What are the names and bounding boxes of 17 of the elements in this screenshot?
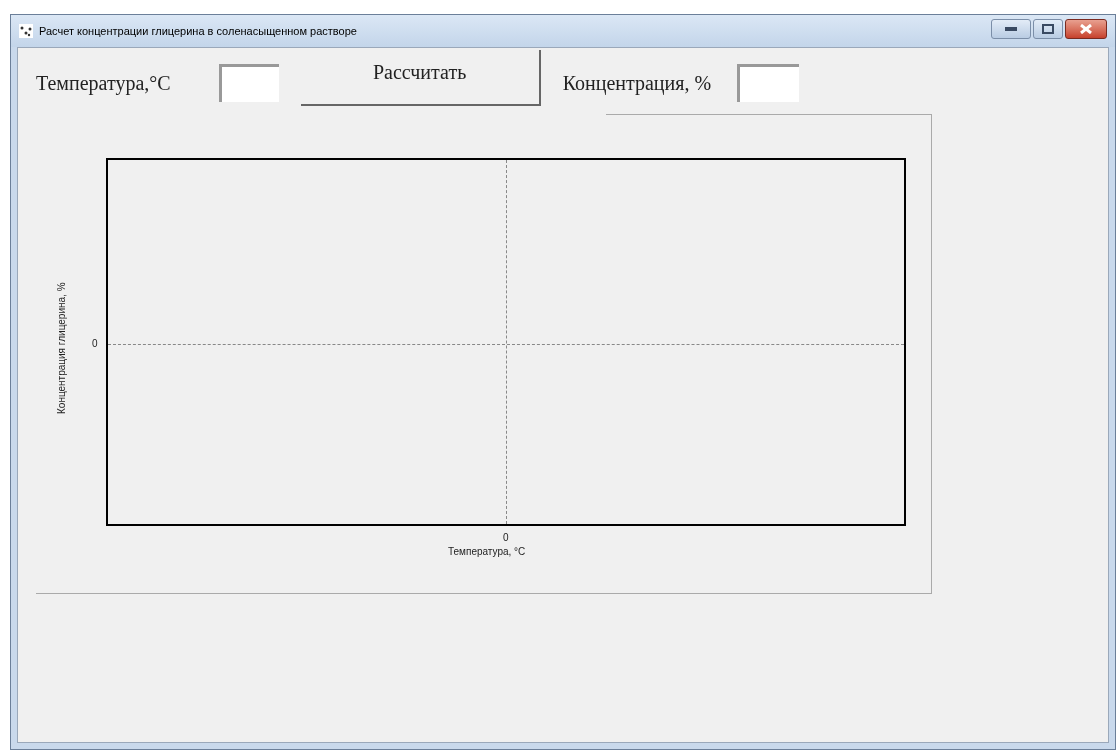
concentration-field[interactable] [737, 64, 800, 102]
temperature-label: Температура,°С [36, 71, 171, 97]
maximize-button[interactable] [1033, 19, 1063, 39]
x-tick-label: 0 [503, 531, 509, 545]
y-axis-label: Концентрация глицерина, % [55, 282, 68, 414]
close-icon [1080, 24, 1092, 34]
x-axis-label: Температура, °С [448, 545, 526, 559]
window-title: Расчет концентрации глицерина в соленасыщенном растворе [39, 23, 357, 39]
y-tick-label: 0 [92, 337, 98, 351]
maximize-icon [1042, 24, 1054, 34]
temperature-field[interactable] [218, 64, 279, 102]
minimize-button[interactable] [991, 19, 1031, 39]
calculate-button[interactable]: Рассчитать [300, 50, 541, 106]
scatter-icon [19, 24, 33, 38]
minimize-icon [1005, 27, 1017, 31]
concentration-label: Концентрация, % [562, 71, 712, 97]
close-button[interactable] [1065, 19, 1107, 39]
